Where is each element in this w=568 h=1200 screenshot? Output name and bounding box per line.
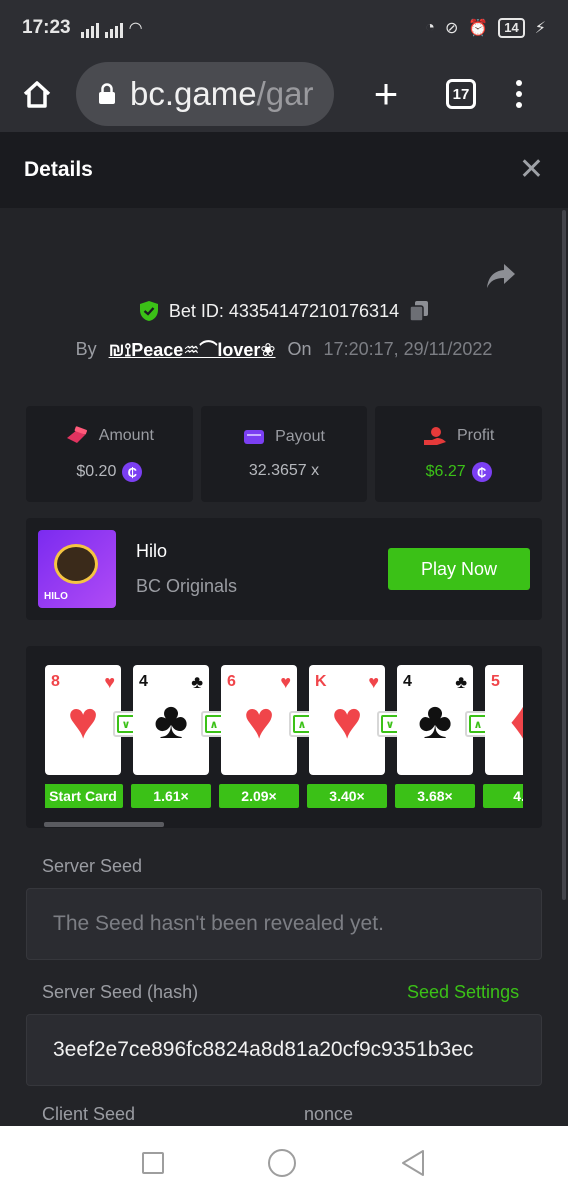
amount-card: Amount $0.20 ₵ [26, 406, 193, 502]
card-suit-large-icon: ♦ [509, 692, 523, 750]
coin-icon: ₵ [471, 462, 492, 482]
charging-icon: ⚡ [534, 20, 546, 37]
lock-icon [99, 83, 115, 104]
profit-icon [424, 427, 446, 445]
username-link[interactable]: ₪⟟Peace♒⌒lover❀ [109, 336, 276, 362]
battery-icon: 14 [498, 18, 525, 38]
payout-value: 32.3657 x [248, 462, 320, 479]
seed-settings-link[interactable]: Seed Settings [407, 982, 519, 1003]
card-suit-large-icon: ♣ [417, 692, 453, 750]
server-seed-label: Server Seed [42, 856, 143, 876]
details-header: Details ✕ [0, 132, 568, 208]
server-seed-field[interactable]: The Seed hasn't been revealed yet. [26, 888, 542, 960]
card-history[interactable]: 8 ♥ ♥ Start Card ∨ 4 ♣ ♣ 1.61× ∧ 6 ♥ ♥ 2.09× ∧ K ♥ ♥ 3.40×… [26, 646, 542, 828]
game-thumbnail[interactable]: HILO [38, 530, 116, 608]
payout-card: Payout 32.3657 x [200, 406, 368, 502]
coin-icon: ₵ [122, 462, 143, 482]
card-multiplier: 1.61× [131, 784, 211, 808]
amount-label: Amount [98, 427, 154, 444]
wifi-icon: ◠ [128, 20, 143, 37]
horizontal-scrollbar[interactable] [44, 822, 164, 827]
browser-toolbar: bc.game/gar + 17 [0, 56, 568, 132]
verified-shield-icon [139, 301, 158, 321]
bet-datetime: 17:20:17, 29/11/2022 [323, 338, 493, 359]
playing-card: 4 ♣ ♣ [397, 665, 473, 775]
tab-switcher-button[interactable]: 17 [446, 79, 476, 109]
card-suit-large-icon: ♥ [243, 692, 275, 750]
game-name: Hilo [136, 541, 168, 561]
card-suit-icon: ♥ [104, 672, 115, 692]
game-category: BC Originals [136, 576, 238, 596]
server-seed-hash-field[interactable]: 3eef2e7ce896fc8824a8d81a20cf9c9351b3ec [26, 1014, 542, 1086]
menu-icon[interactable] [516, 80, 522, 108]
card-suit-icon: ♥ [368, 672, 379, 692]
recents-icon[interactable] [142, 1152, 164, 1174]
game-card: HILO Hilo BC Originals Play Now [26, 518, 542, 620]
signal-icon: ◠ [80, 18, 143, 38]
share-icon[interactable] [486, 262, 516, 290]
bet-id-row: Bet ID: 43354147210176314 [0, 300, 568, 322]
url-domain: bc.game [130, 75, 257, 112]
back-icon[interactable] [400, 1149, 426, 1177]
client-seed-label: Client Seed [42, 1104, 136, 1124]
card-multiplier: 4.7 [483, 784, 523, 808]
copy-icon[interactable] [409, 300, 429, 322]
new-tab-button[interactable]: + [370, 70, 402, 118]
amount-value: $0.20 [76, 463, 117, 480]
card-suit-large-icon: ♥ [331, 692, 363, 750]
card-row: 8 ♥ ♥ Start Card ∨ 4 ♣ ♣ 1.61× ∧ 6 ♥ ♥ 2.09× ∧ K ♥ ♥ 3.40×… [45, 665, 523, 815]
bet-stats: Amount $0.20 ₵ Payout 32.3657 x Profit $6… [26, 406, 543, 502]
card-suit-icon: ♣ [191, 672, 203, 692]
payout-label: Payout [275, 428, 325, 445]
page-title: Details [24, 158, 93, 181]
play-now-button[interactable]: Play Now [388, 548, 530, 590]
game-thumb-label: HILO [44, 591, 68, 602]
card-suit-large-icon: ♥ [67, 692, 99, 750]
url-path: /gar [256, 75, 314, 112]
profit-card: Profit $6.27 ₵ [375, 406, 543, 502]
server-seed-hash-label: Server Seed (hash) [42, 982, 199, 1002]
playing-card: 5♦♦ [485, 665, 523, 775]
card-rank: 4 [403, 673, 412, 690]
card-rank: 6 [227, 673, 236, 690]
by-label: By [75, 338, 97, 359]
playing-card: 8 ♥ ♥ [45, 665, 121, 775]
on-label: On [287, 338, 312, 359]
card-suit-large-icon: ♣ [153, 692, 189, 750]
status-time: 17:23 [22, 17, 71, 38]
card-multiplier: 3.68× [395, 784, 475, 808]
status-bar: 17:23 ◠ ◔ ⊘ ⏰ 14 ⚡ [0, 0, 568, 56]
card-suit-icon: ♥ [280, 672, 291, 692]
alarm-icon: ⏰ [468, 20, 489, 37]
bet-id: Bet ID: 43354147210176314 [168, 300, 400, 321]
wallet-icon [244, 430, 265, 444]
card-multiplier: 2.09× [219, 784, 299, 808]
mute-icon: ⊘ [444, 20, 459, 37]
data-saver-icon: ◔ [425, 19, 435, 36]
playing-card: K ♥ ♥ [309, 665, 385, 775]
url-field[interactable]: bc.game/gar [76, 62, 334, 126]
home-icon[interactable] [14, 71, 60, 117]
card-rank: 4 [139, 673, 148, 690]
card-suit-icon: ♣ [455, 672, 467, 692]
nonce-label: nonce [304, 1104, 354, 1124]
profit-label: Profit [457, 427, 495, 444]
bet-meta-row: By ₪⟟Peace♒⌒lover❀ On 17:20:17, 29/11/20… [0, 336, 568, 362]
card-rank: 8 [51, 673, 60, 690]
card-rank: 5 [491, 673, 500, 690]
amount-icon [66, 426, 87, 443]
card-multiplier: Start Card [45, 784, 123, 808]
system-nav-bar [0, 1126, 568, 1200]
card-multiplier: 3.40× [307, 784, 387, 808]
playing-card: 6 ♥ ♥ [221, 665, 297, 775]
playing-card: 4 ♣ ♣ [133, 665, 209, 775]
profit-value: $6.27 [425, 463, 466, 480]
card-rank: K [315, 673, 327, 690]
close-icon[interactable]: ✕ [519, 155, 544, 185]
home-nav-icon[interactable] [268, 1149, 296, 1177]
